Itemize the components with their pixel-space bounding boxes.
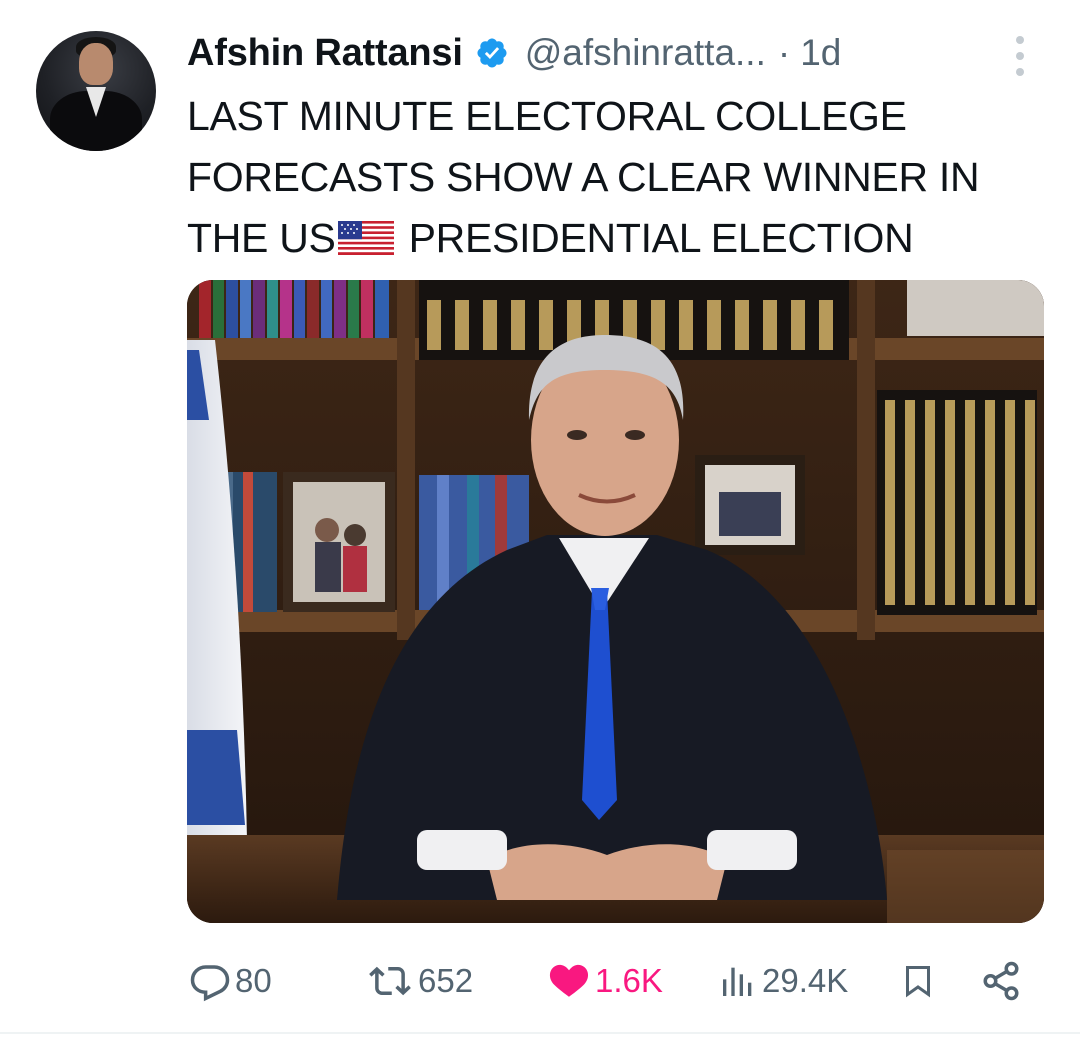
bookmark-icon xyxy=(906,966,930,998)
views-button[interactable]: 29.4K xyxy=(718,953,848,1009)
like-count: 1.6K xyxy=(595,962,663,999)
tweet-text: LAST MINUTE ELECTORAL COLLEGE FORECASTS … xyxy=(187,86,1057,269)
repost-count: 652 xyxy=(418,962,474,999)
views-count: 29.4K xyxy=(762,962,849,999)
tweet-text-line: THE US PRESIDENTIAL ELECTION xyxy=(187,208,1057,269)
more-icon[interactable] xyxy=(1012,36,1028,76)
divider xyxy=(0,1032,1080,1034)
author-avatar[interactable] xyxy=(36,31,156,151)
reply-button[interactable]: 80 xyxy=(189,953,272,1009)
share-button[interactable] xyxy=(980,953,1022,1009)
verified-badge-icon xyxy=(475,36,509,70)
tweet-header: Afshin Rattansi @afshinratta... · 1d xyxy=(187,26,841,80)
like-button[interactable]: 1.6K xyxy=(547,953,663,1009)
like-icon xyxy=(549,964,589,997)
us-flag-icon xyxy=(337,211,394,255)
tweet-actions: 80 652 1.6K 29.4K xyxy=(0,953,1080,1009)
author-name[interactable]: Afshin Rattansi xyxy=(187,32,463,75)
bookmark-button[interactable] xyxy=(900,953,936,1009)
reply-count: 80 xyxy=(235,962,272,999)
tweet-photo[interactable] xyxy=(187,280,1044,923)
tweet-text-segment: PRESIDENTIAL ELECTION xyxy=(397,215,914,261)
repost-icon xyxy=(369,966,411,996)
tweet-text-segment: THE US xyxy=(187,215,336,261)
tweet-text-line: LAST MINUTE ELECTORAL COLLEGE xyxy=(187,93,907,139)
tweet-text-line: FORECASTS SHOW A CLEAR WINNER IN xyxy=(187,154,980,200)
reply-icon xyxy=(190,965,230,1002)
author-handle[interactable]: @afshinratta... xyxy=(525,32,766,74)
views-icon xyxy=(723,967,752,996)
repost-button[interactable]: 652 xyxy=(366,953,473,1009)
header-separator: · xyxy=(777,32,791,73)
share-icon xyxy=(983,961,1019,1001)
tweet-timestamp[interactable]: 1d xyxy=(800,32,841,74)
